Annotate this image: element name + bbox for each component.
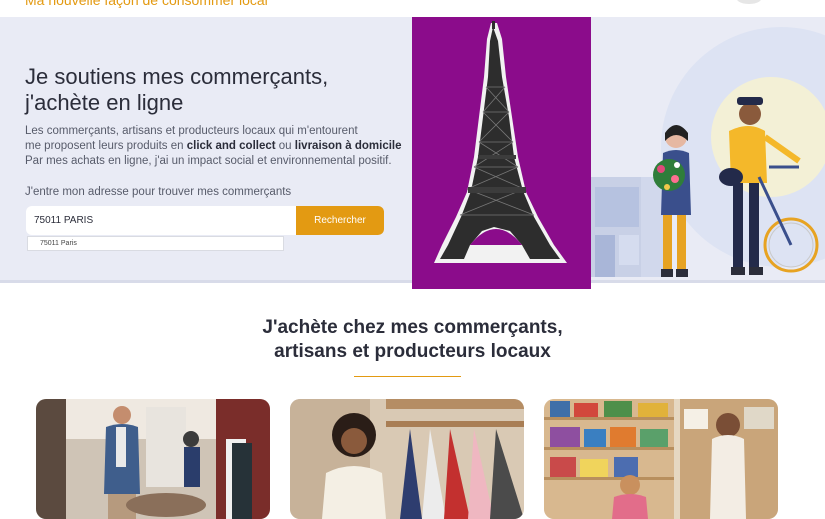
hero-title-line2: j'achète en ligne <box>25 90 184 115</box>
section-title: J'achète chez mes commerçants, artisans … <box>0 316 825 364</box>
shopping-illustration <box>591 17 825 283</box>
card-toy-shop-photo[interactable] <box>544 399 778 519</box>
hero-desc-line1: Les commerçants, artisans et producteurs… <box>25 125 358 137</box>
section-underline <box>354 376 461 377</box>
hero-description: Les commerçants, artisans et producteurs… <box>25 124 425 169</box>
card-clothing-rack-photo[interactable] <box>290 399 524 519</box>
address-prompt: J'entre mon adresse pour trouver mes com… <box>25 186 292 198</box>
eiffel-tower-image <box>412 17 591 289</box>
hero-desc-line2-c: ou <box>275 140 295 152</box>
hero-title: Je soutiens mes commerçants, j'achète en… <box>25 64 415 116</box>
hero-desc-line2-a: me proposent leurs produits en <box>25 140 187 152</box>
address-suggestion-item[interactable]: 75011 Paris <box>27 236 284 251</box>
section-title-line1: J'achète chez mes commerçants, <box>262 317 563 338</box>
section-title-line2: artisans et producteurs locaux <box>274 341 551 362</box>
card-clothing-shop-photo[interactable] <box>36 399 270 519</box>
home-delivery-text: livraison à domicile <box>294 140 402 152</box>
user-icon[interactable] <box>737 0 761 4</box>
address-search-input[interactable] <box>26 206 298 235</box>
hero-title-line1: Je soutiens mes commerçants, <box>25 64 329 89</box>
site-tagline: Ma nouvelle façon de consommer local <box>25 0 268 8</box>
search-button[interactable]: Rechercher <box>296 206 384 235</box>
top-bar: Ma nouvelle façon de consommer local <box>0 0 825 17</box>
click-and-collect-text: click and collect <box>186 140 276 152</box>
hero-desc-line3: Par mes achats en ligne, j'ai un impact … <box>25 155 392 167</box>
